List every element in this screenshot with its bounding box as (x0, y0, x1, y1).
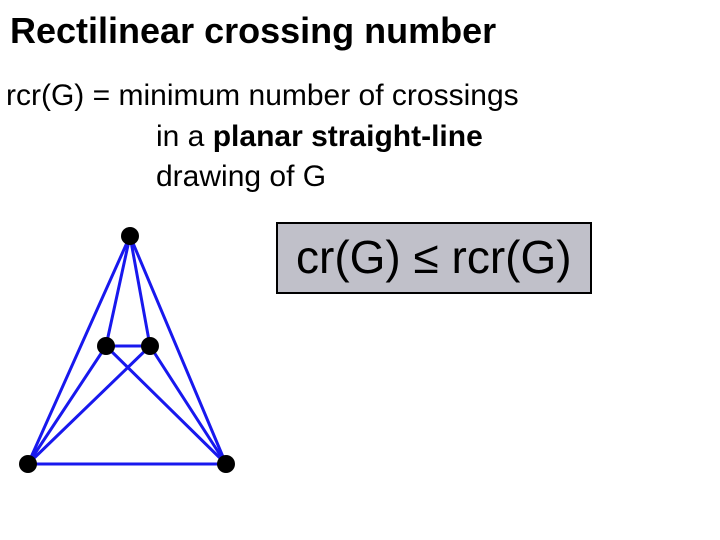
graph-vertex (217, 455, 235, 473)
graph-edge (28, 346, 150, 464)
graph-vertex (97, 337, 115, 355)
graph-edge (130, 236, 150, 346)
definition-block: rcr(G) = minimum number of crossings in … (6, 76, 704, 198)
graph-edge (28, 236, 130, 464)
def-prefix: rcr(G) = (6, 79, 119, 112)
definition-line-3: drawing of G (6, 157, 704, 198)
def-line2-bold: planar straight-line (213, 120, 483, 153)
graph-vertex (141, 337, 159, 355)
def-line1-tail: minimum number of crossings (119, 79, 519, 112)
definition-line-2: in a planar straight-line (6, 117, 704, 158)
graph-diagram (10, 218, 250, 478)
def-line2-pre: in a (156, 120, 213, 153)
graph-edge (106, 236, 130, 346)
graph-edge (28, 346, 106, 464)
graph-vertex (121, 227, 139, 245)
inequality-text: cr(G) ≤ rcr(G) (296, 231, 572, 283)
graph-edge (150, 346, 226, 464)
page-title: Rectilinear crossing number (10, 10, 704, 52)
graph-edge (106, 346, 226, 464)
k5-graph-svg (10, 218, 250, 478)
inequality-box: cr(G) ≤ rcr(G) (276, 222, 592, 294)
definition-line-1: rcr(G) = minimum number of crossings (6, 76, 704, 117)
graph-vertex (19, 455, 37, 473)
